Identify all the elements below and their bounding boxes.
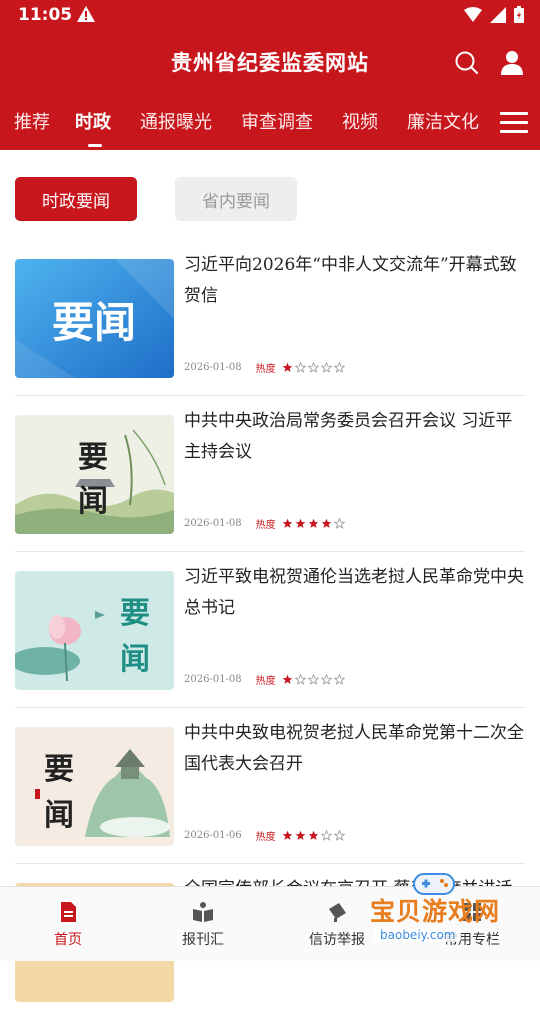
heat-stars [282, 362, 345, 373]
news-item[interactable]: 要闻 习近平向2026年“中非人文交流年”开幕式致贺信 2026-01-08 热… [0, 240, 540, 396]
star-empty-icon [320, 362, 332, 373]
battery-icon [514, 6, 524, 23]
star-filled-icon [282, 830, 293, 840]
system-icons [464, 6, 524, 23]
star-filled-icon [321, 518, 332, 528]
heat-stars [282, 518, 345, 529]
thumb-text: 要 [120, 596, 150, 631]
heat-label: 热度 [255, 520, 276, 531]
thumb-text: 闻 [78, 484, 108, 519]
star-filled-icon [308, 830, 319, 840]
star-empty-icon [294, 674, 306, 685]
active-tab-indicator [88, 144, 102, 147]
tab-investigation[interactable]: 审查调查 [241, 108, 313, 134]
warning-icon [77, 6, 95, 22]
heat-stars [282, 674, 345, 685]
news-date: 2026-01-08 [184, 362, 242, 373]
star-empty-icon [333, 674, 345, 685]
star-empty-icon [333, 518, 345, 529]
star-empty-icon [307, 362, 319, 373]
heat-label: 热度 [255, 364, 276, 375]
document-icon [61, 902, 76, 922]
signal-icon [490, 6, 506, 23]
news-thumbnail: 要 闻 [15, 415, 174, 534]
thumb-text: 闻 [120, 642, 150, 677]
news-meta: 2026-01-08 热度 [184, 360, 345, 375]
heat-stars [282, 830, 345, 841]
news-item[interactable]: 要 闻 中共中央政治局常务委员会召开会议 习近平主持会议 2026-01-08 … [0, 396, 540, 552]
nav-home[interactable]: 首页 [8, 887, 128, 961]
tab-integrity-culture[interactable]: 廉洁文化 [407, 108, 479, 134]
category-tabs: 推荐 时政 通报曝光 审查调查 视频 廉洁文化 [0, 104, 540, 150]
status-time: 11:05 [18, 5, 73, 25]
news-item[interactable]: 要 闻 习近平致电祝贺通伦当选老挝人民革命党中央总书记 2026-01-08 热… [0, 552, 540, 708]
menu-icon[interactable] [500, 112, 528, 134]
star-empty-icon [307, 674, 319, 685]
star-filled-icon [295, 518, 306, 528]
tab-video[interactable]: 视频 [342, 108, 378, 134]
tab-recommend[interactable]: 推荐 [14, 108, 50, 134]
news-thumbnail: 要闻 [15, 259, 174, 378]
news-title: 中共中央致电祝贺老挝人民革命党第十二次全国代表大会召开 [184, 723, 524, 774]
news-thumbnail: 要 闻 [15, 727, 174, 846]
star-empty-icon [333, 362, 345, 373]
status-bar: 11:05 [0, 0, 540, 32]
heat-label: 热度 [255, 832, 276, 843]
tab-politics[interactable]: 时政 [75, 108, 111, 134]
star-filled-icon [282, 362, 293, 372]
nav-label: 报刊汇 [182, 932, 224, 948]
search-icon[interactable] [452, 48, 482, 78]
star-filled-icon [282, 518, 293, 528]
tab-notices[interactable]: 通报曝光 [140, 108, 212, 134]
news-meta: 2026-01-06 热度 [184, 828, 345, 843]
nav-publications[interactable]: 报刊汇 [143, 887, 263, 961]
news-item[interactable]: 要 闻 中共中央致电祝贺老挝人民革命党第十二次全国代表大会召开 2026-01-… [0, 708, 540, 864]
star-filled-icon [282, 674, 293, 684]
star-filled-icon [308, 518, 319, 528]
news-thumbnail: 要 闻 [15, 571, 174, 690]
thumb-text: 闻 [44, 798, 74, 833]
news-date: 2026-01-08 [184, 674, 242, 685]
user-icon[interactable] [497, 48, 527, 78]
star-empty-icon [294, 362, 306, 373]
thumb-text: 要 [78, 440, 108, 475]
news-meta: 2026-01-08 热度 [184, 516, 345, 531]
thumb-text: 要闻 [52, 298, 136, 347]
news-title: 习近平致电祝贺通伦当选老挝人民革命党中央总书记 [184, 567, 524, 618]
star-filled-icon [295, 830, 306, 840]
news-meta: 2026-01-08 热度 [184, 672, 345, 687]
star-empty-icon [320, 830, 332, 841]
nav-label: 首页 [54, 932, 82, 948]
subtab-provincial-news[interactable]: 省内要闻 [175, 177, 297, 221]
report-icon [329, 903, 346, 922]
thumb-text: 要 [44, 752, 74, 787]
star-empty-icon [320, 674, 332, 685]
wifi-icon [464, 6, 482, 22]
watermark-url: baobeiy.com [374, 928, 462, 942]
book-icon [193, 902, 213, 922]
news-date: 2026-01-06 [184, 830, 242, 841]
subtab-current-affairs[interactable]: 时政要闻 [15, 177, 137, 221]
watermark: 宝贝游戏网 baobeiy.com [360, 868, 540, 960]
star-empty-icon [333, 830, 345, 841]
news-date: 2026-01-08 [184, 518, 242, 529]
heat-label: 热度 [255, 676, 276, 687]
watermark-text: 宝贝游戏网 [370, 897, 501, 926]
app-header: 11:05 贵州省纪委监委网站 推荐 时政 通报曝光 审查调查 视频 廉洁文化 [0, 0, 540, 150]
news-title: 习近平向2026年“中非人文交流年”开幕式致贺信 [184, 255, 517, 306]
news-title: 中共中央政治局常务委员会召开会议 习近平主持会议 [184, 411, 513, 462]
